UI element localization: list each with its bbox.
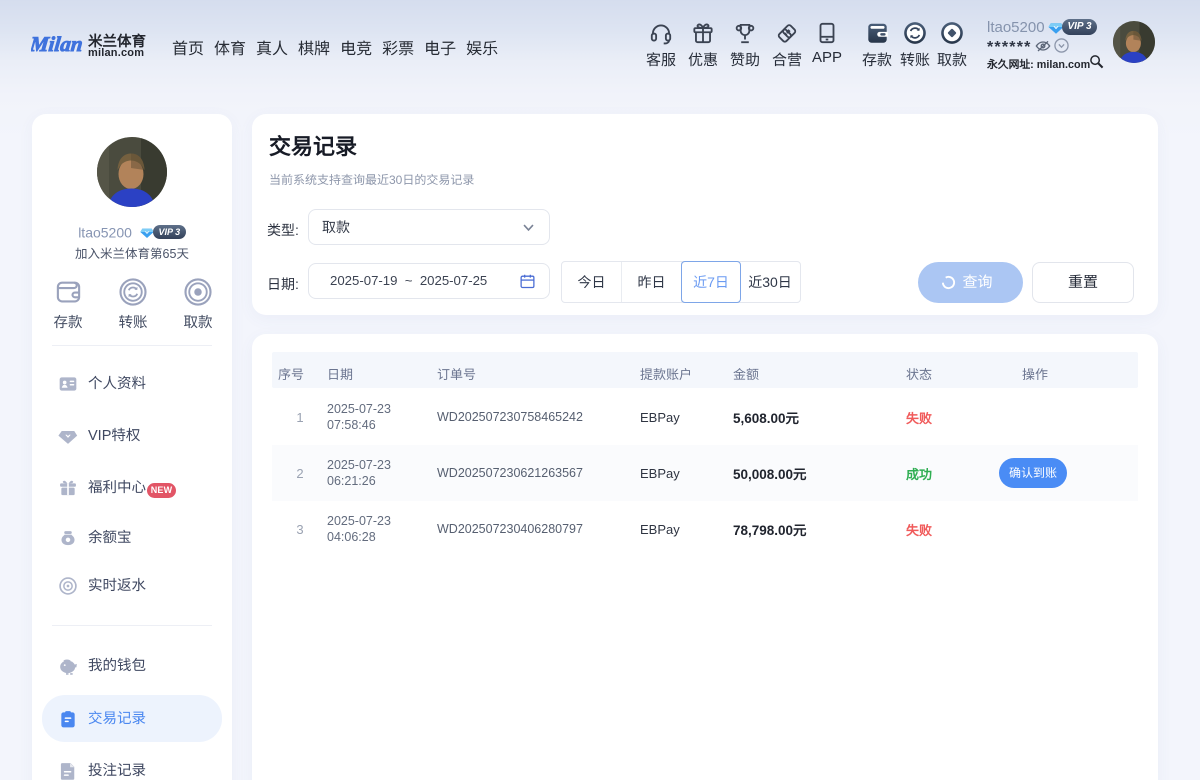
svg-text:Milan: Milan [31,32,84,56]
